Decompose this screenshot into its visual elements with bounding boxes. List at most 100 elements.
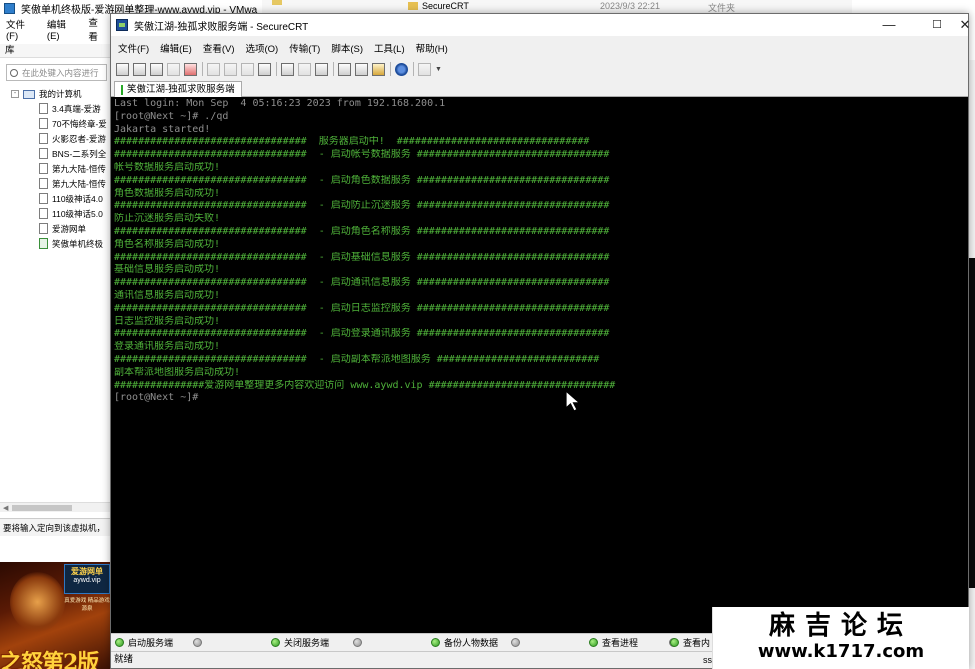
explorer-item-name[interactable]: SecureCRT [422,1,469,11]
close-button[interactable]: ✕ [947,14,975,36]
print-setup-icon[interactable] [315,62,328,76]
session-tab-bar: 笑傲江湖-独孤求败服务端 [111,81,968,97]
vmware-menu-view[interactable]: 查看 [82,15,112,43]
paste-icon[interactable] [224,62,237,76]
vmware-status-bar: 要将输入定向到该虚拟机， [0,518,112,536]
toggle-button[interactable] [353,638,366,647]
view-process-button[interactable]: 查看进程 [589,636,638,649]
start-server-button[interactable]: 启动服务端 [115,636,173,649]
button-label: 查看内 [683,638,711,648]
library-search-input[interactable]: 在此处键入内容进行 [6,64,107,81]
terminal-line: ################################ - 启动帐号数… [114,149,610,161]
disconnect-icon[interactable] [184,62,197,76]
banner-title: 之怒第2版 [0,650,99,669]
minimize-button[interactable]: — [871,14,907,36]
terminal-line: ################################ - 启动角色名… [114,225,610,237]
tree-item-vm[interactable]: 3.4真端-爱游 [11,101,111,116]
tree-item-vm[interactable]: 110级神话5.0 [11,206,111,221]
terminal-output[interactable]: Last login: Mon Sep 4 05:16:23 2023 from… [111,97,968,633]
tree-item-vm-running[interactable]: 笑傲单机终极 [11,236,111,251]
terminal-line: 通讯信息服务启动成功! [114,289,221,301]
toggle-button[interactable] [511,638,524,647]
tree-item-label: 110级神话5.0 [52,208,103,219]
connected-status-icon [121,84,123,95]
securecrt-title-bar[interactable]: 笑傲江湖-独孤求败服务端 - SecureCRT — ☐ ✕ [111,14,970,36]
vmware-menu-file[interactable]: 文件(F) [0,17,41,42]
copy-icon[interactable] [207,62,220,76]
menu-view[interactable]: 查看(V) [199,41,239,55]
green-dot-icon [589,638,598,647]
session-tab-label: 笑傲江湖-独孤求败服务端 [127,84,235,95]
menu-file[interactable]: 文件(F) [114,41,153,55]
logo-text: 爱游网单 [71,567,103,576]
library-horizontal-scrollbar[interactable]: ◀ [0,502,112,512]
folder-icon [408,2,418,10]
terminal-line: 角色数据服务启动成功! [114,187,221,199]
connect-icon[interactable] [116,62,129,76]
vm-running-icon [39,238,48,249]
terminal-line: 日志监控服务启动成功! [114,315,221,327]
menu-transfer[interactable]: 传输(T) [285,41,324,55]
toggle-button[interactable] [193,638,206,647]
vm-icon [39,208,48,219]
terminal-line: [root@Next ~]# ./qd [114,110,229,122]
vmware-menu-edit[interactable]: 编辑(E) [41,17,82,42]
tree-item-vm[interactable]: 火影忍者-爱游 [11,131,111,146]
terminal-line: 帐号数据服务启动成功! [114,161,221,173]
library-panel: 库 在此处键入内容进行 - 我的计算机 3.4真端-爱游 70不悔终章-爱 火影… [0,44,112,518]
print-icon[interactable] [281,62,294,76]
tree-item-vm[interactable]: 第九大陆-恒传 [11,176,111,191]
toolbar-separator [390,62,391,76]
connect-in-tab-icon[interactable] [150,62,163,76]
scroll-left-icon[interactable]: ◀ [3,504,8,512]
session-options-icon[interactable] [338,62,351,76]
session-tab-active[interactable]: 笑傲江湖-独孤求败服务端 [114,81,242,97]
menu-tools[interactable]: 工具(L) [370,41,409,55]
tree-item-vm[interactable]: 第九大陆-恒传 [11,161,111,176]
aywd-logo: 爱游网单 aywd.vip [64,564,110,594]
menu-help[interactable]: 帮助(H) [412,41,452,55]
tree-item-label: 笑傲单机终极 [52,238,104,249]
forum-watermark: 麻吉论坛 www.k1717.com [712,607,969,669]
reconnect-icon[interactable] [167,62,180,76]
background-window-edge [969,60,975,669]
tree-root-label: 我的计算机 [39,89,82,99]
scroll-thumb[interactable] [12,505,72,511]
menu-options[interactable]: 选项(O) [241,41,282,55]
backup-data-button[interactable]: 备份人物数据 [431,636,498,649]
collapse-icon[interactable]: - [11,90,19,98]
view-other-button[interactable]: 查看内 [670,636,710,649]
terminal-line: 副本帮派地图服务启动成功! [114,366,241,378]
vm-icon [39,103,48,114]
tree-item-label: 爱游网单 [52,223,87,234]
global-options-icon[interactable] [355,62,368,76]
tree-root-my-computer[interactable]: - 我的计算机 [11,87,111,101]
grey-dot-icon [511,638,520,647]
terminal-line: ################################ - 启动防止沉… [114,200,610,212]
find-icon[interactable] [258,62,271,76]
button-label: 查看进程 [602,638,639,648]
copy-paste-icon[interactable] [241,62,254,76]
tree-item-vm[interactable]: BNS-二系列全 [11,146,111,161]
menu-script[interactable]: 脚本(S) [327,41,367,55]
button-label: 备份人物数据 [444,638,499,648]
green-dot-icon [115,638,124,647]
quick-connect-icon[interactable] [133,62,146,76]
toolbar-overflow-icon[interactable]: ▼ [435,66,442,73]
help-icon[interactable] [395,62,408,76]
folder-icon [272,0,282,5]
stop-server-button[interactable]: 关闭服务端 [271,636,329,649]
securecrt-toolbar: ▼ [111,59,968,79]
vmware-app-icon [4,2,15,14]
logo-url: aywd.vip [73,577,101,584]
tree-item-vm[interactable]: 70不悔终章-爱 [11,116,111,131]
tree-item-vm[interactable]: 爱游网单 [11,221,111,236]
tree-item-label: 第九大陆-恒传 [52,163,106,174]
tree-item-vm[interactable]: 110级神话4.0 [11,191,111,206]
securecrt-window: 笑傲江湖-独孤求败服务端 - SecureCRT — ☐ ✕ 文件(F) 编辑(… [110,13,970,669]
keymap-icon[interactable] [372,62,385,76]
sftp-icon[interactable] [418,62,431,76]
menu-edit[interactable]: 编辑(E) [156,41,196,55]
tree-item-label: 第九大陆-恒传 [52,178,106,189]
print-selection-icon[interactable] [298,62,311,76]
